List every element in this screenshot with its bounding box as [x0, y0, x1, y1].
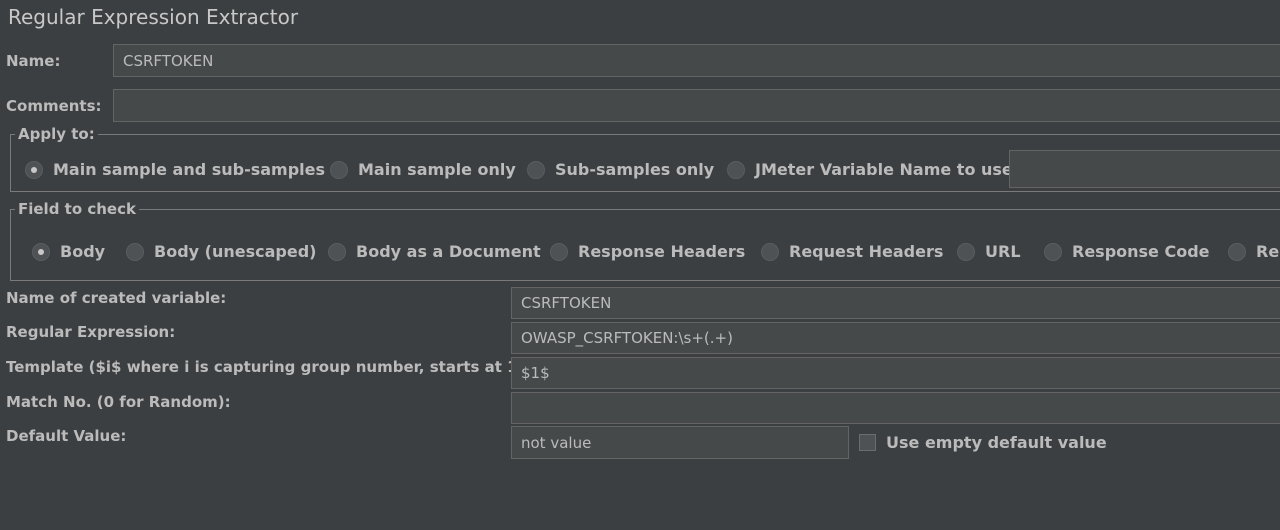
radio-label: Sub-samples only — [555, 160, 715, 179]
radio-off-icon — [126, 242, 144, 261]
radio-response-message[interactable]: Re — [1228, 242, 1279, 261]
regex-value: OWASP_CSRFTOKEN:\s+(.+) — [521, 329, 733, 347]
radio-sub-samples-only[interactable]: Sub-samples only — [527, 160, 714, 179]
radio-label: URL — [985, 242, 1021, 261]
comments-label: Comments: — [6, 97, 102, 115]
template-value: $1$ — [521, 364, 550, 382]
template-input[interactable]: $1$ — [511, 357, 1280, 389]
radio-body-unescaped[interactable]: Body (unescaped) — [126, 242, 316, 261]
radio-response-headers[interactable]: Response Headers — [550, 242, 745, 261]
radio-label: Main sample only — [358, 160, 516, 179]
radio-label: Response Headers — [578, 242, 746, 261]
field-to-check-legend: Field to check — [15, 200, 139, 218]
default-value-input[interactable]: not value — [511, 426, 849, 459]
radio-request-headers[interactable]: Request Headers — [761, 242, 943, 261]
radio-off-icon — [550, 242, 568, 261]
variable-name-label: Name of created variable: — [6, 289, 227, 307]
template-label: Template ($i$ where i is capturing group… — [6, 358, 531, 376]
radio-off-icon — [761, 242, 779, 261]
regex-label: Regular Expression: — [6, 323, 176, 341]
name-input-value: CSRFTOKEN — [123, 51, 214, 70]
radio-off-icon — [1228, 242, 1246, 261]
radio-label: Main sample and sub-samples — [53, 160, 326, 179]
regex-input[interactable]: OWASP_CSRFTOKEN:\s+(.+) — [511, 322, 1280, 354]
radio-body-as-document[interactable]: Body as a Document — [328, 242, 541, 261]
jmeter-variable-input[interactable] — [1009, 150, 1280, 188]
comments-input[interactable] — [113, 89, 1280, 122]
radio-body[interactable]: Body — [32, 242, 105, 261]
name-label: Name: — [6, 52, 61, 70]
radio-main-and-sub-samples[interactable]: Main sample and sub-samples — [25, 160, 325, 179]
radio-main-sample-only[interactable]: Main sample only — [330, 160, 516, 179]
radio-off-icon — [1044, 242, 1062, 261]
radio-off-icon — [727, 160, 745, 179]
default-value-label: Default Value: — [6, 427, 127, 445]
radio-off-icon — [330, 160, 348, 179]
radio-jmeter-variable[interactable]: JMeter Variable Name to use — [727, 160, 1013, 179]
default-value-value: not value — [521, 433, 592, 452]
variable-name-input[interactable]: CSRFTOKEN — [511, 287, 1280, 319]
radio-label: Re — [1256, 242, 1280, 261]
radio-off-icon — [527, 160, 545, 179]
name-input[interactable]: CSRFTOKEN — [113, 44, 1280, 77]
checkbox-unchecked-icon — [859, 434, 876, 451]
radio-label: JMeter Variable Name to use — [755, 160, 1013, 179]
match-no-input[interactable] — [511, 392, 1280, 424]
variable-name-value: CSRFTOKEN — [521, 294, 612, 312]
radio-label: Body (unescaped) — [154, 242, 317, 261]
radio-on-icon — [25, 160, 43, 179]
radio-off-icon — [957, 242, 975, 261]
radio-off-icon — [328, 242, 346, 261]
radio-label: Response Code — [1072, 242, 1210, 261]
radio-label: Body — [60, 242, 106, 261]
regex-extractor-panel: Regular Expression Extractor Name: CSRFT… — [0, 0, 1280, 530]
use-empty-default-checkbox[interactable]: Use empty default value — [859, 433, 1107, 452]
radio-label: Body as a Document — [356, 242, 541, 261]
match-no-label: Match No. (0 for Random): — [6, 393, 231, 411]
panel-title: Regular Expression Extractor — [8, 5, 299, 29]
radio-label: Request Headers — [789, 242, 944, 261]
radio-on-icon — [32, 242, 50, 261]
radio-url[interactable]: URL — [957, 242, 1021, 261]
radio-response-code[interactable]: Response Code — [1044, 242, 1210, 261]
checkbox-label: Use empty default value — [886, 433, 1107, 452]
apply-to-legend: Apply to: — [15, 125, 98, 143]
